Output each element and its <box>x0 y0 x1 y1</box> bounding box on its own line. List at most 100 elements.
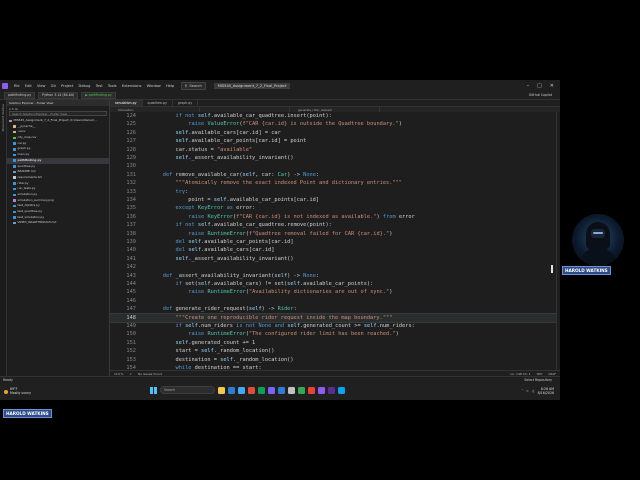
taskbar-app-icon[interactable] <box>328 386 335 394</box>
clock[interactable]: 8:28 AM 8/16/2026 <box>538 387 554 395</box>
tab-simulation[interactable]: simulation.py <box>110 100 143 106</box>
code-text: if not self.available_car_quadtree.remov… <box>175 222 332 229</box>
presenter-name-tag-bottom: HAROLD WATKINS <box>3 409 52 418</box>
code-line[interactable]: 152 start = self._random_location() <box>110 347 558 356</box>
taskbar-app-icon[interactable] <box>218 386 225 394</box>
run-button[interactable]: ▶ pathfinding.py <box>81 91 116 99</box>
taskbar-search-input[interactable]: Search <box>160 386 215 394</box>
code-line[interactable]: 135 except KeyError as error: <box>110 204 558 213</box>
line-number: 131 <box>126 171 136 178</box>
code-line[interactable]: 137 if not self.available_car_quadtree.r… <box>110 221 558 230</box>
line-number: 139 <box>126 239 136 245</box>
document-outline-tab[interactable]: Document Outline <box>1 104 5 131</box>
menu-help[interactable]: Help <box>163 84 176 88</box>
solution-search-input[interactable]: Search Solution Explorer - Folder View <box>9 111 107 116</box>
code-line[interactable]: 148 """Create one reproducible rider req… <box>110 312 558 324</box>
menu-extensions[interactable]: Extensions <box>119 84 144 88</box>
taskbar-app-icon[interactable] <box>298 386 305 394</box>
startup-item-dropdown[interactable]: pathfinding.py <box>4 91 36 99</box>
copilot-button[interactable]: GitHub Copilot <box>529 93 552 97</box>
weather-widget[interactable]: 69°F Mostly sunny <box>0 387 31 395</box>
solution-title: MIS545_Assignment_7_2_Final_Project <box>213 82 291 89</box>
home-icon[interactable]: ⌂ <box>9 107 11 111</box>
code-line[interactable]: 129 self._assert_availability_invariant(… <box>110 154 558 163</box>
code-line[interactable]: 133 try: <box>110 188 558 197</box>
line-number: 147 <box>126 306 136 313</box>
code-line[interactable]: 145 raise RuntimeError("Availability dic… <box>110 288 558 297</box>
code-line[interactable]: 124 if not self.available_car_quadtree.i… <box>110 112 558 121</box>
code-line[interactable]: 150 raise RuntimeError("The configured r… <box>110 330 558 339</box>
file-icon <box>13 204 16 208</box>
code-line[interactable]: 130 <box>110 162 558 171</box>
code-line[interactable]: 127 self.available_car_points[car.id] = … <box>110 137 558 146</box>
code-line[interactable]: 136 raise KeyError(f"CAR {car.id} is not… <box>110 213 558 222</box>
code-line[interactable]: 146 <box>110 297 558 306</box>
taskbar-app-icon[interactable] <box>258 386 265 394</box>
menu-edit[interactable]: Edit <box>22 84 34 88</box>
taskbar-app-icon[interactable] <box>268 386 275 394</box>
solution-item[interactable]: VIDEO_WALKTHROUGH.md <box>7 220 109 226</box>
title-search-box[interactable]: ⚲ Search <box>180 81 206 90</box>
file-icon <box>13 153 16 157</box>
close-icon[interactable]: ✕ <box>550 83 554 89</box>
line-ending[interactable]: CRLF <box>548 372 556 376</box>
maximize-icon[interactable]: □ <box>537 83 542 89</box>
taskbar-app-icon[interactable] <box>248 386 255 394</box>
code-line[interactable]: 126 self.available_cars[car.id] = car <box>110 129 558 138</box>
code-text: del self.available_cars[car.id] <box>175 247 275 254</box>
taskbar-app-icon[interactable] <box>228 386 235 394</box>
code-line[interactable]: 139 del self.available_car_points[car.id… <box>110 238 558 247</box>
zoom-level[interactable]: 110 % <box>114 372 124 376</box>
issues-status[interactable]: No issues found <box>138 372 162 376</box>
code-line[interactable]: 125 raise ValueError(f"CAR {car.id} is o… <box>110 120 558 129</box>
code-line[interactable]: 131 def remove_available_car(self, car: … <box>110 171 558 180</box>
code-line[interactable]: 142 <box>110 263 558 272</box>
code-line[interactable]: 153 destination = self._random_location(… <box>110 356 558 365</box>
code-line[interactable]: 149 if self.num_riders is not None and s… <box>110 322 558 331</box>
volume-icon[interactable]: ♫ <box>532 389 535 393</box>
code-editor[interactable]: 124 if not self.available_car_quadtree.i… <box>110 112 558 370</box>
menu-git[interactable]: Git <box>48 84 58 88</box>
code-line[interactable]: 147 def generate_rider_request(self) -> … <box>110 305 558 314</box>
menu-file[interactable]: File <box>11 84 22 88</box>
tab-quadtree[interactable]: quadtree.py <box>143 100 173 106</box>
editor-scrollbar[interactable] <box>556 112 560 370</box>
code-line[interactable]: 134 point = self.available_car_points[ca… <box>110 196 558 205</box>
refresh-icon[interactable]: ↻ <box>12 107 14 111</box>
code-line[interactable]: 151 self.generated_count += 1 <box>110 339 558 348</box>
code-line[interactable]: 144 if set(self.available_cars) != set(s… <box>110 280 558 289</box>
code-line[interactable]: 128 car.status = "available" <box>110 146 558 155</box>
taskbar-app-icon[interactable] <box>278 386 285 394</box>
line-number: 144 <box>126 281 136 287</box>
menu-project[interactable]: Project <box>58 84 75 88</box>
whitespace-mode[interactable]: SPC <box>537 372 543 376</box>
code-line[interactable]: 141 self._assert_availability_invariant(… <box>110 255 558 264</box>
menu-tools[interactable]: Tools <box>105 84 119 88</box>
minimize-icon[interactable]: – <box>527 83 530 89</box>
menu-debug[interactable]: Debug <box>76 84 93 88</box>
code-line[interactable]: 143 def _assert_availability_invariant(s… <box>110 272 558 281</box>
menu-test[interactable]: Test <box>93 84 105 88</box>
taskbar-app-icon[interactable] <box>238 386 245 394</box>
code-line[interactable]: 138 raise RuntimeError(f"Quadtree remova… <box>110 230 558 239</box>
menu-view[interactable]: View <box>34 84 48 88</box>
taskbar-app-icon[interactable] <box>318 386 325 394</box>
taskbar-app-icon[interactable] <box>288 386 295 394</box>
windows-start-icon[interactable] <box>150 386 157 394</box>
menu-window[interactable]: Window <box>144 84 163 88</box>
code-line[interactable]: 140 del self.available_cars[car.id] <box>110 246 558 255</box>
tab-graph[interactable]: graph.py <box>173 100 199 106</box>
code-text: self.available_car_points[car.id] = poin… <box>175 138 307 145</box>
select-repository-button[interactable]: Select Repository <box>524 378 560 382</box>
chevron-up-icon[interactable]: ˄ <box>522 389 524 393</box>
code-line[interactable]: 132 """Atomically remove the exact index… <box>110 179 558 188</box>
taskbar-app-icon[interactable] <box>308 386 315 394</box>
line-number: 130 <box>126 163 136 170</box>
wifi-icon[interactable]: ≈ <box>526 389 529 393</box>
code-text: raise RuntimeError("Availability diction… <box>188 289 393 296</box>
python-env-dropdown[interactable]: Python 3.14 (64-bit) <box>38 91 79 99</box>
taskbar-app-icon[interactable] <box>338 386 345 394</box>
collapse-icon[interactable]: ⊟ <box>15 107 17 111</box>
left-tool-strip: Document Outline <box>0 100 7 386</box>
line-number: 137 <box>126 222 136 229</box>
